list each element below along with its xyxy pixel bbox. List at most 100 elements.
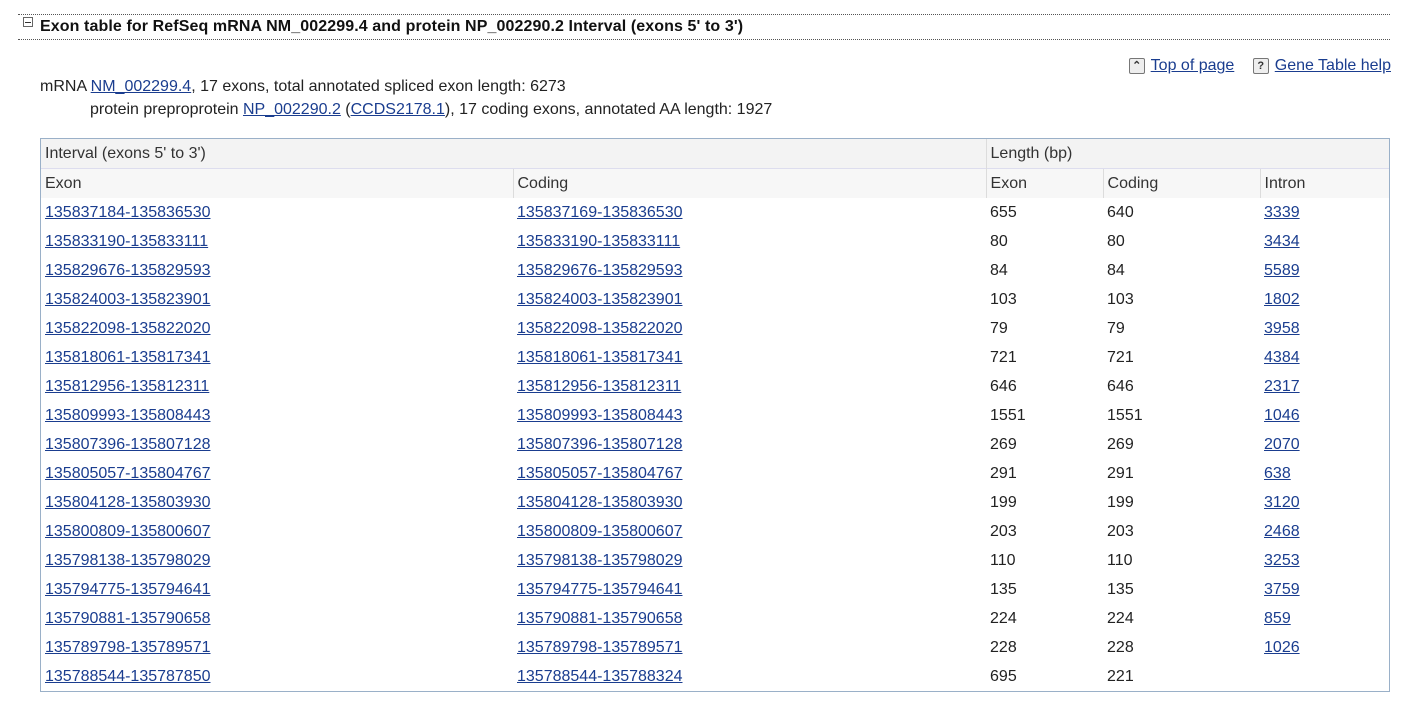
intron-length-link[interactable]: 3759 <box>1264 581 1300 598</box>
table-row: 135809993-135808443 135809993-135808443 15… <box>41 401 1389 430</box>
exon-length: 228 <box>990 638 1017 656</box>
intron-length-link[interactable]: 5589 <box>1264 262 1300 279</box>
exon-interval-link[interactable]: 135800809-135800607 <box>45 523 211 540</box>
protein-accession-link[interactable]: NP_002290.2 <box>243 101 341 118</box>
table-cell: 1802 <box>1260 285 1389 314</box>
intron-length-link[interactable]: 1802 <box>1264 291 1300 308</box>
table-row: 135788544-135787850 135788544-135788324 69… <box>41 662 1389 691</box>
exon-interval-link[interactable]: 135809993-135808443 <box>45 407 211 424</box>
exon-interval-link[interactable]: 135790881-135790658 <box>45 610 211 627</box>
exon-length: 135 <box>990 580 1017 598</box>
coding-length: 269 <box>1107 435 1134 453</box>
coding-interval-link[interactable]: 135809993-135808443 <box>517 407 683 424</box>
table-cell <box>1260 662 1389 691</box>
intron-length-link[interactable]: 638 <box>1264 465 1291 482</box>
coding-length: 199 <box>1107 493 1134 511</box>
table-cell: 269 <box>1103 430 1260 459</box>
intron-length-link[interactable]: 3958 <box>1264 320 1300 337</box>
exon-interval-link[interactable]: 135818061-135817341 <box>45 349 211 366</box>
intron-length-link[interactable]: 3434 <box>1264 233 1300 250</box>
exon-interval-link[interactable]: 135804128-135803930 <box>45 494 211 511</box>
table-cell: 135818061-135817341 <box>41 343 513 372</box>
exon-table: Interval (exons 5' to 3') Length (bp) Ex… <box>40 138 1390 692</box>
gene-table-help-link[interactable]: Gene Table help <box>1275 57 1391 75</box>
table-cell: 3434 <box>1260 227 1389 256</box>
table-cell: 110 <box>986 546 1103 575</box>
exon-length: 695 <box>990 667 1017 685</box>
exon-interval-link[interactable]: 135805057-135804767 <box>45 465 211 482</box>
intron-length-link[interactable]: 4384 <box>1264 349 1300 366</box>
table-cell: 135833190-135833111 <box>41 227 513 256</box>
intron-length-link[interactable]: 2468 <box>1264 523 1300 540</box>
exon-interval-link[interactable]: 135807396-135807128 <box>45 436 211 453</box>
coding-interval-link[interactable]: 135812956-135812311 <box>517 378 681 395</box>
coding-interval-link[interactable]: 135788544-135788324 <box>517 668 683 685</box>
table-cell: 135805057-135804767 <box>513 459 986 488</box>
table-row: 135812956-135812311 135812956-135812311 64… <box>41 372 1389 401</box>
exon-interval-link[interactable]: 135822098-135822020 <box>45 320 211 337</box>
coding-interval-link[interactable]: 135829676-135829593 <box>517 262 683 279</box>
intron-length-link[interactable]: 1026 <box>1264 639 1300 656</box>
table-cell: 135822098-135822020 <box>41 314 513 343</box>
coding-interval-link[interactable]: 135789798-135789571 <box>517 639 683 656</box>
coding-interval-link[interactable]: 135790881-135790658 <box>517 610 683 627</box>
collapse-toggle-icon[interactable] <box>23 17 33 27</box>
exon-interval-link[interactable]: 135837184-135836530 <box>45 204 211 221</box>
exon-interval-link[interactable]: 135833190-135833111 <box>45 233 208 250</box>
mrna-accession-link[interactable]: NM_002299.4 <box>91 78 192 95</box>
table-cell: 135807396-135807128 <box>513 430 986 459</box>
intron-length-link[interactable]: 3253 <box>1264 552 1300 569</box>
exon-interval-link[interactable]: 135798138-135798029 <box>45 552 211 569</box>
intron-length-link[interactable]: 3339 <box>1264 204 1300 221</box>
exon-interval-link[interactable]: 135829676-135829593 <box>45 262 211 279</box>
coding-length: 224 <box>1107 609 1134 627</box>
intron-length-link[interactable]: 1046 <box>1264 407 1300 424</box>
exon-interval-link[interactable]: 135794775-135794641 <box>45 581 211 598</box>
coding-interval-link[interactable]: 135837169-135836530 <box>517 204 683 221</box>
table-cell: 3120 <box>1260 488 1389 517</box>
coding-interval-link[interactable]: 135818061-135817341 <box>517 349 683 366</box>
exon-interval-link[interactable]: 135812956-135812311 <box>45 378 209 395</box>
table-cell: 203 <box>1103 517 1260 546</box>
table-cell: 1046 <box>1260 401 1389 430</box>
table-cell: 135798138-135798029 <box>41 546 513 575</box>
table-cell: 80 <box>986 227 1103 256</box>
table-cell: 135837169-135836530 <box>513 198 986 227</box>
coding-interval-link[interactable]: 135805057-135804767 <box>517 465 683 482</box>
intron-length-link[interactable]: 2317 <box>1264 378 1300 395</box>
exon-interval-link[interactable]: 135824003-135823901 <box>45 291 211 308</box>
coding-length: 221 <box>1107 667 1134 685</box>
top-of-page-link[interactable]: Top of page <box>1151 57 1235 75</box>
table-cell: 199 <box>1103 488 1260 517</box>
coding-interval-link[interactable]: 135804128-135803930 <box>517 494 683 511</box>
coding-interval-link[interactable]: 135824003-135823901 <box>517 291 683 308</box>
table-cell: 135789798-135789571 <box>41 633 513 662</box>
double-chevron-up-icon[interactable]: ⌃ <box>1128 58 1145 74</box>
table-cell: 224 <box>986 604 1103 633</box>
exon-table-body: 135837184-135836530 135837169-135836530 65… <box>41 198 1389 691</box>
intron-length-link[interactable]: 2070 <box>1264 436 1300 453</box>
coding-length: 291 <box>1107 464 1134 482</box>
coding-interval-link[interactable]: 135822098-135822020 <box>517 320 683 337</box>
coding-interval-link[interactable]: 135800809-135800607 <box>517 523 683 540</box>
intron-length-link[interactable]: 859 <box>1264 610 1291 627</box>
intron-length-link[interactable]: 3120 <box>1264 494 1300 511</box>
table-cell: 3253 <box>1260 546 1389 575</box>
coding-interval-link[interactable]: 135807396-135807128 <box>517 436 683 453</box>
table-cell: 228 <box>1103 633 1260 662</box>
coding-interval-link[interactable]: 135798138-135798029 <box>517 552 683 569</box>
help-icon[interactable]: ? <box>1252 58 1269 74</box>
exon-interval-link[interactable]: 135789798-135789571 <box>45 639 211 656</box>
coding-length: 228 <box>1107 638 1134 656</box>
coding-interval-link[interactable]: 135833190-135833111 <box>517 233 680 250</box>
coding-interval-link[interactable]: 135794775-135794641 <box>517 581 683 598</box>
exon-table-section-header: Exon table for RefSeq mRNA NM_002299.4 a… <box>18 14 1390 40</box>
table-cell: 228 <box>986 633 1103 662</box>
table-cell: 1551 <box>1103 401 1260 430</box>
table-cell: 721 <box>1103 343 1260 372</box>
ccds-link[interactable]: CCDS2178.1 <box>351 101 445 118</box>
exon-interval-link[interactable]: 135788544-135787850 <box>45 668 211 685</box>
table-cell: 135837184-135836530 <box>41 198 513 227</box>
protein-summary: protein preproprotein NP_002290.2 (CCDS2… <box>90 101 772 119</box>
table-cell: 135829676-135829593 <box>513 256 986 285</box>
